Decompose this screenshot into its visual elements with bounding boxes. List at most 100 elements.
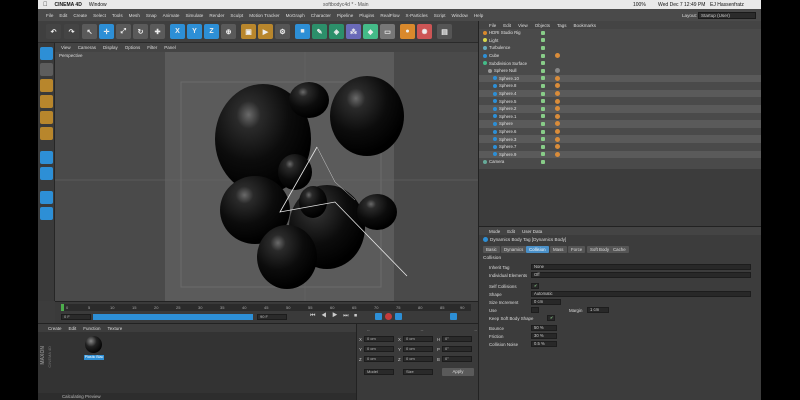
redo-icon[interactable]: ↷ bbox=[64, 24, 79, 39]
om-menu-bookmarks[interactable]: Bookmarks bbox=[574, 23, 597, 28]
object-row[interactable]: Sphere.5 bbox=[479, 97, 761, 105]
object-row[interactable]: Subdivision Surface bbox=[479, 59, 761, 67]
tab-dynamics[interactable]: Dynamics bbox=[501, 246, 527, 253]
apple-icon[interactable]:  bbox=[43, 2, 48, 8]
x-axis-toggle[interactable]: X bbox=[170, 24, 185, 39]
menu-item[interactable]: Motion Tracker bbox=[249, 13, 279, 18]
menu-item[interactable]: Tools bbox=[112, 13, 123, 18]
tab-mass[interactable]: Mass bbox=[550, 246, 567, 253]
menu-item[interactable]: Select bbox=[93, 13, 106, 18]
om-menu-objects[interactable]: Objects bbox=[535, 23, 550, 28]
3d-viewport[interactable]: Perspective bbox=[55, 52, 478, 301]
material-menu-texture[interactable]: Texture bbox=[108, 326, 123, 331]
size-increment-field[interactable]: 0 cm bbox=[531, 299, 561, 305]
menu-item[interactable]: Plugins bbox=[359, 13, 374, 18]
shape-select[interactable]: Automatic bbox=[531, 291, 751, 297]
render-picture-viewer-icon[interactable]: ▶ bbox=[258, 24, 273, 39]
menu-item[interactable]: Snap bbox=[146, 13, 157, 18]
scale-tool-icon[interactable]: ⤢ bbox=[116, 24, 131, 39]
object-row[interactable]: Sphere Null bbox=[479, 67, 761, 75]
object-row[interactable]: Light bbox=[479, 37, 761, 45]
layout-select[interactable]: Startup (User) bbox=[698, 11, 756, 19]
menu-item[interactable]: X-Particles bbox=[406, 13, 428, 18]
floor-icon[interactable]: ▭ bbox=[380, 24, 395, 39]
tab-force[interactable]: Force bbox=[568, 246, 586, 253]
use-margin-checkbox[interactable] bbox=[531, 307, 539, 313]
material-menu-create[interactable]: Create bbox=[48, 326, 62, 331]
rotation-b-field[interactable]: 0° bbox=[442, 356, 472, 362]
rotation-h-field[interactable]: 0° bbox=[442, 336, 472, 342]
python-icon[interactable]: ▤ bbox=[437, 24, 452, 39]
record-key-icon[interactable] bbox=[375, 313, 382, 320]
menu-item[interactable]: MoGraph bbox=[286, 13, 305, 18]
end-frame-field[interactable]: 90 F bbox=[257, 314, 287, 320]
window-menu[interactable]: Window bbox=[89, 2, 107, 8]
rotate-tool-icon[interactable]: ↻ bbox=[133, 24, 148, 39]
margin-field[interactable]: 1 cm bbox=[587, 307, 609, 313]
menu-item[interactable]: Simulate bbox=[185, 13, 203, 18]
enable-axis-icon[interactable] bbox=[40, 151, 53, 164]
tweak-icon[interactable] bbox=[40, 167, 53, 180]
menu-item[interactable]: Animate bbox=[163, 13, 180, 18]
position-y-field[interactable]: 0 cm bbox=[364, 346, 394, 352]
keyframe-selection-icon[interactable] bbox=[395, 313, 402, 320]
am-menu-user-data[interactable]: User Data bbox=[522, 229, 542, 234]
undo-icon[interactable]: ↶ bbox=[46, 24, 61, 39]
menu-item[interactable]: Render bbox=[209, 13, 224, 18]
object-row[interactable]: Camera bbox=[479, 158, 761, 166]
battery-status[interactable]: 100% bbox=[633, 2, 646, 8]
playback-controls[interactable]: ⏮ ◀ ▶ ⏭ ⏹ bbox=[310, 313, 359, 320]
keep-soft-body-checkbox[interactable]: ✔ bbox=[547, 315, 555, 321]
viewport-menu-cameras[interactable]: Cameras bbox=[78, 45, 96, 50]
autokey-icon[interactable] bbox=[385, 313, 392, 320]
material-menu-edit[interactable]: Edit bbox=[69, 326, 77, 331]
viewport-menu-view[interactable]: View bbox=[61, 45, 71, 50]
object-row[interactable]: Sphere.7 bbox=[479, 143, 761, 151]
cloner-icon[interactable]: ⁂ bbox=[346, 24, 361, 39]
object-row[interactable]: Sphere.1 bbox=[479, 113, 761, 121]
object-row[interactable]: Sphere.6 bbox=[479, 128, 761, 136]
render-settings-icon[interactable]: ⚙ bbox=[275, 24, 290, 39]
material-name[interactable]: Plastic Blac bbox=[84, 355, 104, 360]
object-row[interactable]: Sphere.10 bbox=[479, 74, 761, 83]
menu-item[interactable]: Edit bbox=[59, 13, 67, 18]
menu-item[interactable]: RealFlow bbox=[380, 13, 399, 18]
om-menu-view[interactable]: View bbox=[518, 23, 528, 28]
menu-item[interactable]: Create bbox=[73, 13, 87, 18]
object-row[interactable]: Sphere.3 bbox=[479, 135, 761, 143]
apply-button[interactable]: Apply bbox=[442, 368, 474, 376]
om-menu-tags[interactable]: Tags bbox=[557, 23, 567, 28]
recent-tool-icon[interactable]: ✚ bbox=[150, 24, 165, 39]
current-frame-field[interactable]: 0 F bbox=[61, 314, 91, 320]
om-menu-file[interactable]: File bbox=[489, 23, 496, 28]
mode-select[interactable]: Model bbox=[364, 369, 394, 375]
position-x-field[interactable]: 0 cm bbox=[364, 336, 394, 342]
object-row[interactable]: Sphere.9 bbox=[479, 150, 761, 159]
size-x-field[interactable]: 0 cm bbox=[403, 336, 433, 342]
z-axis-toggle[interactable]: Z bbox=[204, 24, 219, 39]
object-row[interactable]: Turbulence bbox=[479, 44, 761, 52]
light-icon[interactable]: ✺ bbox=[417, 24, 432, 39]
polygons-mode-icon[interactable] bbox=[40, 127, 53, 140]
collision-noise-field[interactable]: 0.5 % bbox=[531, 341, 557, 347]
edges-mode-icon[interactable] bbox=[40, 111, 53, 124]
viewport-menu-panel[interactable]: Panel bbox=[164, 45, 176, 50]
menu-item[interactable]: Script bbox=[434, 13, 446, 18]
subdivision-surface-icon[interactable]: ◈ bbox=[329, 24, 344, 39]
position-z-field[interactable]: 0 cm bbox=[364, 356, 394, 362]
lock-workplane-icon[interactable] bbox=[40, 207, 53, 220]
rotation-p-field[interactable]: 0° bbox=[442, 346, 472, 352]
object-row[interactable]: HDRI Studio Rig bbox=[479, 29, 761, 37]
am-menu-mode[interactable]: Mode bbox=[489, 229, 500, 234]
self-collisions-checkbox[interactable]: ✔ bbox=[531, 283, 539, 289]
individual-elements-select[interactable]: Off bbox=[531, 272, 751, 278]
bounce-field[interactable]: 50 % bbox=[531, 325, 557, 331]
viewport-menu-options[interactable]: Options bbox=[125, 45, 141, 50]
user-name[interactable]: EJ Hassenfratz bbox=[710, 2, 744, 8]
snap-icon[interactable] bbox=[40, 191, 53, 204]
clock[interactable]: Wed Dec 7 12:49 PM bbox=[658, 2, 705, 8]
am-menu-edit[interactable]: Edit bbox=[507, 229, 515, 234]
menu-item[interactable]: Mesh bbox=[129, 13, 140, 18]
material-menu-function[interactable]: Function bbox=[83, 326, 100, 331]
menu-item[interactable]: Sculpt bbox=[230, 13, 243, 18]
